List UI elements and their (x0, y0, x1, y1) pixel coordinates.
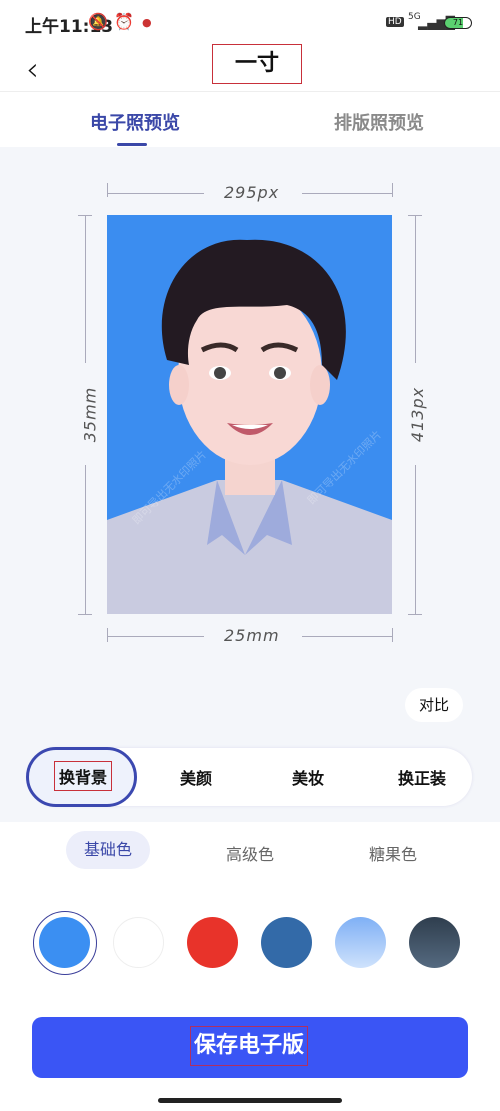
active-tab-indicator (117, 143, 147, 146)
dimension-tick (392, 628, 393, 642)
status-bar: 上午11:13 🔕 ⏰ ● HD 5G ▂▄▆█ 71 (0, 0, 500, 44)
header: ‹ 一寸 (0, 44, 500, 92)
dimension-tick (107, 183, 108, 197)
dimension-line (302, 636, 392, 637)
category-basic[interactable]: 基础色 (66, 831, 150, 869)
tab-electronic-preview[interactable]: 电子照预览 (90, 109, 180, 135)
save-button-label: 保存电子版 (190, 1026, 308, 1066)
preview-tabs: 电子照预览 排版照预览 (0, 93, 500, 147)
swatch-dark-blue[interactable] (261, 917, 312, 968)
app-notification-icon: ● (142, 16, 152, 29)
height-mm-label: 35mm (80, 386, 100, 443)
dimension-tick (408, 614, 422, 615)
category-candy[interactable]: 糖果色 (369, 841, 417, 865)
edit-tools-bar: 换背景 美颜 美妆 换正装 (26, 747, 472, 807)
id-photo-preview: 即可导出无水印照片 即可导出无水印照片 (107, 215, 392, 614)
dimension-line (302, 193, 392, 194)
portrait-illustration: 即可导出无水印照片 即可导出无水印照片 (107, 239, 392, 614)
dimension-tick (107, 628, 108, 642)
swatch-blue[interactable] (39, 917, 90, 968)
dimension-line (85, 215, 86, 363)
tab-layout-preview[interactable]: 排版照预览 (334, 109, 424, 135)
hd-icon: HD (386, 17, 404, 27)
watermark: 即可导出无水印照片 (304, 427, 384, 507)
home-indicator[interactable] (158, 1098, 342, 1103)
tool-makeup[interactable]: 美妆 (292, 765, 324, 789)
page-title: 一寸 (212, 44, 302, 84)
width-px-label: 295px (224, 183, 280, 202)
dimension-line (415, 215, 416, 363)
chevron-left-icon[interactable]: ‹ (26, 50, 39, 88)
dimension-tick (78, 614, 92, 615)
swatch-red[interactable] (187, 917, 238, 968)
dimension-line (85, 465, 86, 614)
mute-icon: 🔕 (88, 12, 108, 31)
tool-change-background[interactable]: 换背景 (54, 761, 113, 791)
alarm-icon: ⏰ (114, 12, 134, 31)
height-px-label: 413px (408, 386, 428, 443)
tool-change-suit[interactable]: 换正装 (398, 765, 446, 789)
tool-beauty[interactable]: 美颜 (180, 765, 212, 789)
width-mm-label: 25mm (224, 626, 280, 645)
swatch-dark-slate-gradient[interactable] (409, 917, 460, 968)
battery-icon: 71 (444, 17, 472, 29)
dimension-line (415, 465, 416, 614)
compare-button[interactable]: 对比 (405, 688, 463, 722)
dimension-tick (392, 183, 393, 197)
save-electronic-button[interactable]: 保存电子版 (32, 1017, 468, 1078)
swatch-light-blue-gradient[interactable] (335, 917, 386, 968)
category-advanced[interactable]: 高级色 (226, 841, 274, 865)
dimension-line (107, 193, 204, 194)
dimension-line (107, 636, 204, 637)
swatch-white[interactable] (113, 917, 164, 968)
